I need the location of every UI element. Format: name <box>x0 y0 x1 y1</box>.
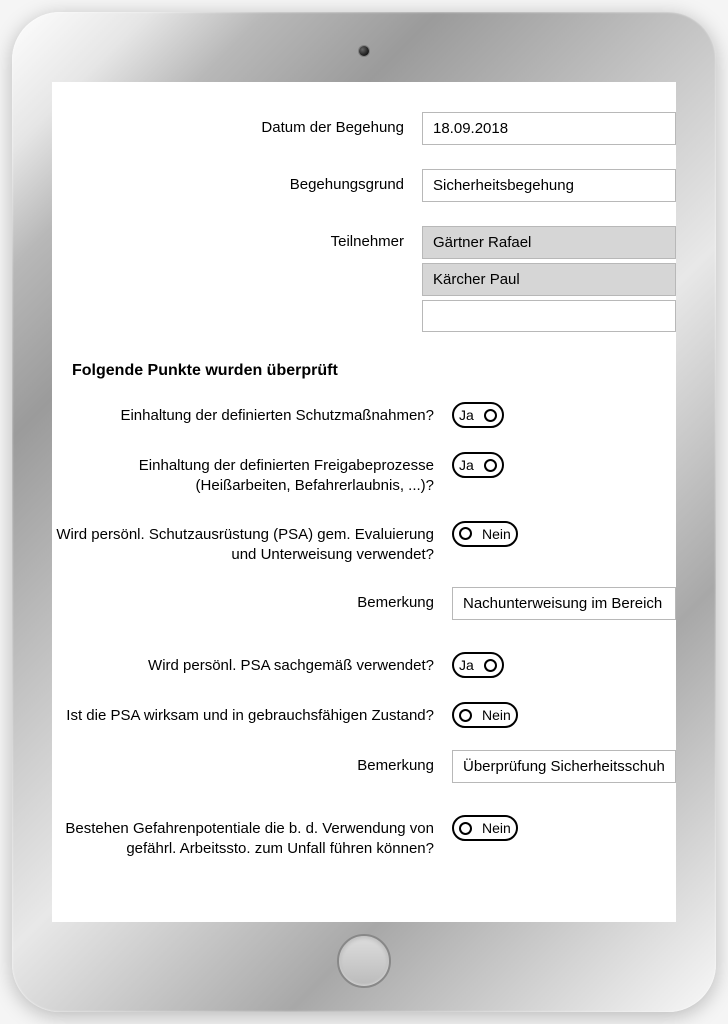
form-screen: Datum der Begehung Begehungsgrund Teilne… <box>52 82 676 922</box>
participant-empty[interactable] <box>422 300 676 332</box>
toggle-nein[interactable]: Nein <box>452 702 518 728</box>
toggle-nein[interactable]: Nein <box>452 521 518 547</box>
check-label: Bestehen Gefahrenpotentiale die b. d. Ve… <box>52 813 452 860</box>
check-row-psa-sachgemaess: Wird persönl. PSA sachgemäß verwendet? J… <box>52 650 676 678</box>
remark2-input[interactable] <box>452 750 676 783</box>
check-row-freigabeprozesse: Einhaltung der definierten Freigabeproze… <box>52 450 676 497</box>
reason-label: Begehungsgrund <box>52 169 422 195</box>
toggle-ja[interactable]: Ja <box>452 652 504 678</box>
participant-item[interactable]: Kärcher Paul <box>422 263 676 296</box>
reason-input[interactable] <box>422 169 676 202</box>
tablet-frame: Datum der Begehung Begehungsgrund Teilne… <box>12 12 716 1012</box>
remark2-label: Bemerkung <box>52 750 452 776</box>
participant-item[interactable]: Gärtner Rafael <box>422 226 676 259</box>
row-participants: Teilnehmer Gärtner Rafael Kärcher Paul <box>52 226 676 332</box>
check-row-psa-verwendet: Wird persönl. Schutzausrüstung (PSA) gem… <box>52 519 676 566</box>
home-button[interactable] <box>337 934 391 988</box>
toggle-knob-icon <box>484 459 497 472</box>
toggle-label-no: Nein <box>482 527 511 541</box>
row-remark1: Bemerkung <box>52 587 676 620</box>
check-label: Wird persönl. PSA sachgemäß verwendet? <box>52 650 452 676</box>
check-label: Ist die PSA wirksam und in gebrauchsfähi… <box>52 700 452 726</box>
toggle-ja[interactable]: Ja <box>452 452 504 478</box>
check-row-gefahrenpotentiale: Bestehen Gefahrenpotentiale die b. d. Ve… <box>52 813 676 860</box>
check-label: Wird persönl. Schutzausrüstung (PSA) gem… <box>52 519 452 566</box>
toggle-ja[interactable]: Ja <box>452 402 504 428</box>
camera-dot <box>359 46 369 56</box>
toggle-knob-icon <box>484 409 497 422</box>
toggle-knob-icon <box>484 659 497 672</box>
section-heading: Folgende Punkte wurden überprüft <box>72 362 676 380</box>
remark1-input[interactable] <box>452 587 676 620</box>
toggle-label-yes: Ja <box>459 408 474 422</box>
toggle-knob-icon <box>459 709 472 722</box>
toggle-label-yes: Ja <box>459 658 474 672</box>
toggle-knob-icon <box>459 527 472 540</box>
toggle-label-no: Nein <box>482 708 511 722</box>
toggle-label-no: Nein <box>482 821 511 835</box>
remark1-label: Bemerkung <box>52 587 452 613</box>
participants-label: Teilnehmer <box>52 226 422 252</box>
toggle-label-yes: Ja <box>459 458 474 472</box>
date-label: Datum der Begehung <box>52 112 422 138</box>
row-remark2: Bemerkung <box>52 750 676 783</box>
toggle-knob-icon <box>459 822 472 835</box>
check-label: Einhaltung der definierten Freigabeproze… <box>52 450 452 497</box>
row-reason: Begehungsgrund <box>52 169 676 202</box>
check-row-psa-wirksam: Ist die PSA wirksam und in gebrauchsfähi… <box>52 700 676 728</box>
check-row-schutzmassnahmen: Einhaltung der definierten Schutzmaßnahm… <box>52 400 676 428</box>
toggle-nein[interactable]: Nein <box>452 815 518 841</box>
check-label: Einhaltung der definierten Schutzmaßnahm… <box>52 400 452 426</box>
row-date: Datum der Begehung <box>52 112 676 145</box>
date-input[interactable] <box>422 112 676 145</box>
